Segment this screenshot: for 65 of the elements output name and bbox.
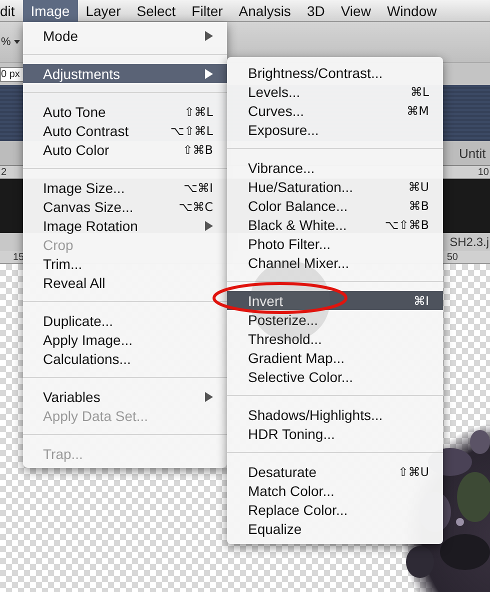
menu-item[interactable]: Posterize... — [227, 310, 443, 329]
menu-item[interactable]: Selective Color... — [227, 367, 443, 386]
shortcut-label: ⌘M — [406, 104, 429, 118]
ruler-number: 2 — [0, 166, 7, 178]
menu-item[interactable]: Curves... ⌘M — [227, 101, 443, 120]
menu-item[interactable]: Image Size... ⌥⌘I — [23, 178, 227, 197]
document-tab[interactable]: SH2.3.j — [450, 235, 490, 249]
menu-item[interactable]: Threshold... — [227, 329, 443, 348]
shortcut-label: ⌥⌘C — [178, 200, 213, 214]
shortcut-label: ⇧⌘U — [398, 464, 429, 478]
menu-item[interactable]: Auto Contrast ⌥⇧⌘L — [23, 121, 227, 140]
menu-item[interactable]: Gradient Map... — [227, 348, 443, 367]
shortcut-label: ⇧⌘L — [184, 104, 213, 118]
menu-bar-item[interactable]: 3D — [298, 0, 333, 22]
zoom-label: % — [1, 36, 11, 48]
caret-icon[interactable] — [14, 40, 20, 44]
ruler-number: 15 — [12, 252, 24, 262]
menu-bar-item[interactable]: Filter — [184, 0, 231, 22]
menu-item[interactable]: Vibrance... — [227, 158, 443, 177]
menu-bar-item[interactable]: View — [332, 0, 379, 22]
shortcut-label: ⌥⌘I — [184, 180, 213, 194]
menu-item[interactable]: Mode — [23, 26, 227, 45]
menu-item[interactable]: Brightness/Contrast... — [227, 63, 443, 82]
menu-item[interactable]: Match Color... — [227, 481, 443, 500]
shortcut-label: ⌘I — [413, 294, 429, 308]
shortcut-label: ⌥⇧⌘L — [170, 124, 213, 138]
shortcut-label: ⌘U — [408, 180, 429, 194]
shortcut-label: ⌥⇧⌘B — [384, 218, 429, 232]
menu-item[interactable]: Image Rotation — [23, 216, 227, 235]
menu-item[interactable]: Equalize — [227, 519, 443, 538]
menu-item[interactable]: Trim... — [23, 254, 227, 273]
menu-item[interactable]: Calculations... — [23, 349, 227, 368]
menu-item[interactable]: Levels... ⌘L — [227, 82, 443, 101]
menu-bar-item[interactable]: Window — [378, 0, 445, 22]
menu-item[interactable]: Photo Filter... — [227, 234, 443, 253]
menu-item[interactable]: Duplicate... — [23, 311, 227, 330]
size-field[interactable]: 0 px — [0, 66, 24, 82]
menu-item[interactable]: Invert ⌘I — [227, 291, 443, 310]
shortcut-label: ⌘L — [410, 84, 429, 98]
menu-item[interactable]: Channel Mixer... — [227, 253, 443, 272]
menu-item[interactable]: Black & White... ⌥⇧⌘B — [227, 215, 443, 234]
menu-item[interactable]: Hue/Saturation... ⌘U — [227, 177, 443, 196]
menu-item[interactable]: Canvas Size... ⌥⌘C — [23, 197, 227, 216]
menu-item[interactable]: Shadows/Highlights... — [227, 405, 443, 424]
menu-item[interactable]: Reveal All — [23, 273, 227, 292]
menu-item[interactable]: Replace Color... — [227, 500, 443, 519]
menu-bar-item[interactable]: Image — [22, 0, 78, 22]
menu-bar-item[interactable]: Select — [128, 0, 184, 22]
menu-item[interactable]: Apply Image... — [23, 330, 227, 349]
menu-item[interactable]: Auto Tone ⇧⌘L — [23, 102, 227, 121]
menu-item[interactable]: Desaturate ⇧⌘U — [227, 462, 443, 481]
ruler-number: 50 — [446, 252, 459, 262]
menu-bar-item[interactable]: Analysis — [230, 0, 299, 22]
document-tab[interactable]: Untit — [459, 146, 490, 160]
menu-item[interactable]: Variables — [23, 387, 227, 406]
shortcut-label: ⌘B — [408, 198, 429, 212]
menu-item[interactable]: Color Balance... ⌘B — [227, 196, 443, 215]
menu-bar-item[interactable]: Layer — [78, 0, 129, 22]
menu-item[interactable]: Auto Color ⇧⌘B — [23, 140, 227, 159]
menu-item[interactable]: HDR Toning... — [227, 424, 443, 443]
menu-item[interactable]: Exposure... — [227, 120, 443, 139]
menu-item[interactable]: Adjustments — [23, 64, 227, 83]
menu-bar-item[interactable]: dit — [0, 0, 23, 22]
ruler-number: 10 — [478, 166, 490, 178]
shortcut-label: ⇧⌘B — [182, 142, 213, 156]
